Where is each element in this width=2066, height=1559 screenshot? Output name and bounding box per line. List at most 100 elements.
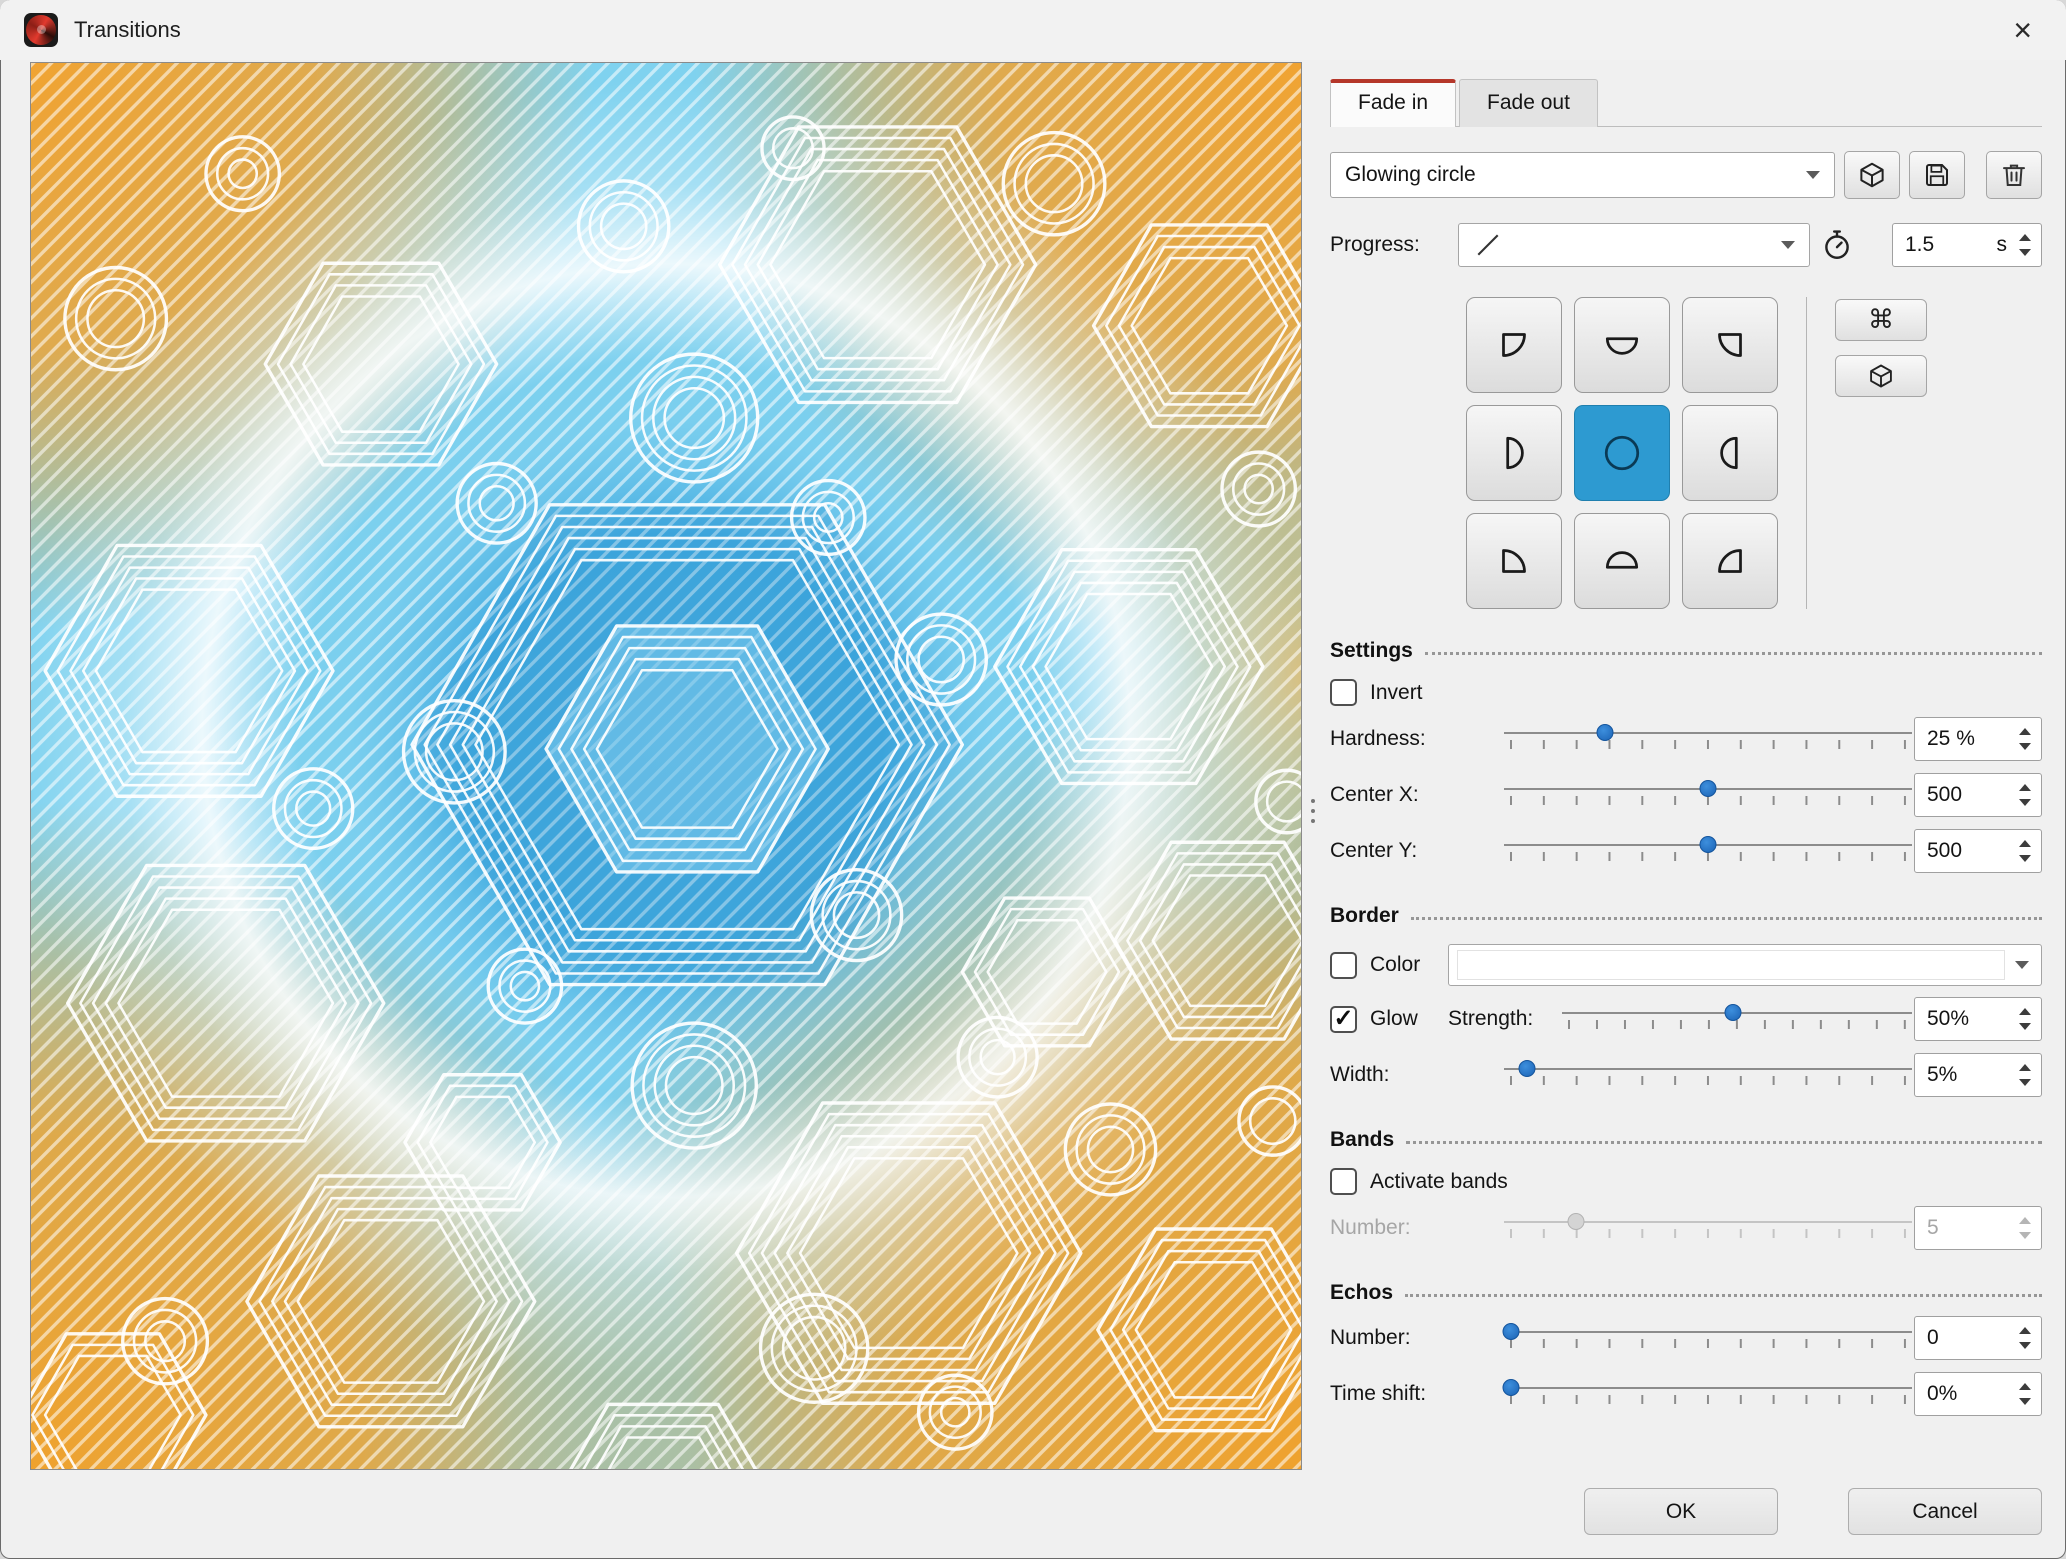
strength-label: Strength: bbox=[1448, 1007, 1534, 1030]
shape-edge-top-button[interactable] bbox=[1574, 297, 1670, 393]
preview-render bbox=[31, 63, 1301, 1469]
close-button[interactable]: × bbox=[2003, 12, 2042, 48]
preset-row: Glowing circle bbox=[1330, 151, 2042, 199]
shape-corner-top-left-button[interactable] bbox=[1466, 297, 1562, 393]
color-checkbox[interactable] bbox=[1330, 951, 1357, 979]
color-label: Color bbox=[1370, 953, 1421, 976]
echos-number-slider[interactable] bbox=[1502, 1318, 1914, 1358]
spin-down-arrow[interactable] bbox=[2019, 799, 2031, 806]
spin-down-arrow[interactable] bbox=[2019, 1079, 2031, 1086]
activate-bands-label: Activate bands bbox=[1370, 1169, 1508, 1193]
splitter-handle[interactable] bbox=[1302, 62, 1324, 1559]
shape-center-button[interactable] bbox=[1574, 405, 1670, 501]
tab-fade-out[interactable]: Fade out bbox=[1459, 79, 1598, 127]
delete-preset-button[interactable] bbox=[1986, 151, 2042, 199]
slider-thumb[interactable] bbox=[1699, 780, 1717, 797]
spin-up-arrow[interactable] bbox=[2019, 784, 2031, 791]
slider-thumb[interactable] bbox=[1518, 1060, 1536, 1077]
trash-icon bbox=[2003, 164, 2025, 186]
invert-label: Invert bbox=[1370, 680, 1423, 704]
spin-down-arrow[interactable] bbox=[2019, 1342, 2031, 1349]
time-shift-slider[interactable] bbox=[1502, 1374, 1914, 1414]
command-button[interactable]: ⌘ bbox=[1835, 299, 1927, 341]
time-shift-label: Time shift: bbox=[1330, 1382, 1427, 1405]
spin-down-arrow[interactable] bbox=[2019, 1023, 2031, 1030]
dialog-footer: OK Cancel bbox=[1330, 1468, 2042, 1535]
spin-down-arrow[interactable] bbox=[2019, 249, 2031, 256]
shape-edge-right-button[interactable] bbox=[1682, 405, 1778, 501]
slider-thumb[interactable] bbox=[1724, 1004, 1742, 1021]
save-preset-button[interactable] bbox=[1909, 151, 1965, 199]
import-preset-button[interactable] bbox=[1844, 151, 1900, 199]
border-width-slider[interactable] bbox=[1502, 1055, 1914, 1095]
linear-curve-icon bbox=[1477, 234, 1499, 256]
slider-thumb[interactable] bbox=[1502, 1379, 1520, 1396]
duration-spinbox[interactable]: 1.5 s bbox=[1892, 223, 2042, 267]
spin-up-arrow[interactable] bbox=[2019, 1008, 2031, 1015]
spin-up-arrow bbox=[2019, 1217, 2031, 1224]
cube-icon bbox=[1870, 364, 1892, 388]
glow-label: Glow bbox=[1370, 1007, 1418, 1030]
shape-corner-bottom-left-button[interactable] bbox=[1466, 513, 1562, 609]
center-x-slider[interactable] bbox=[1502, 775, 1914, 815]
hardness-spinbox[interactable]: 25 % bbox=[1914, 717, 2042, 761]
slider-thumb[interactable] bbox=[1699, 836, 1717, 853]
shape-edge-left-button[interactable] bbox=[1466, 405, 1562, 501]
glow-checkbox[interactable] bbox=[1330, 1005, 1357, 1033]
spin-up-arrow[interactable] bbox=[2019, 1064, 2031, 1071]
duration-unit: s bbox=[1996, 233, 2008, 256]
spin-up-arrow[interactable] bbox=[2019, 1383, 2031, 1390]
cancel-button[interactable]: Cancel bbox=[1848, 1488, 2042, 1535]
spin-up-arrow[interactable] bbox=[2019, 1327, 2031, 1334]
tab-bar: Fade in Fade out bbox=[1330, 78, 2042, 127]
bands-number-label: Number: bbox=[1330, 1216, 1411, 1239]
tab-fade-in[interactable]: Fade in bbox=[1330, 79, 1457, 127]
center-x-row: Center X: 500 bbox=[1330, 772, 2042, 818]
spin-up-arrow[interactable] bbox=[2019, 234, 2031, 241]
glow-strength-spinbox[interactable]: 50% bbox=[1914, 997, 2042, 1041]
echos-number-label: Number: bbox=[1330, 1326, 1411, 1349]
progress-curve-dropdown[interactable] bbox=[1458, 223, 1810, 267]
invert-checkbox[interactable] bbox=[1330, 679, 1357, 706]
edge-bottom-icon bbox=[1605, 551, 1639, 569]
center-y-label: Center Y: bbox=[1330, 839, 1418, 862]
cube-button[interactable] bbox=[1835, 355, 1927, 397]
spin-down-arrow[interactable] bbox=[2019, 855, 2031, 862]
shape-corner-bottom-right-button[interactable] bbox=[1682, 513, 1778, 609]
spin-arrows bbox=[2015, 234, 2035, 256]
preset-value: Glowing circle bbox=[1345, 163, 1476, 186]
echos-number-spinbox[interactable]: 0 bbox=[1914, 1316, 2042, 1360]
center-x-label: Center X: bbox=[1330, 783, 1419, 806]
shape-edge-bottom-button[interactable] bbox=[1574, 513, 1670, 609]
center-x-spinbox[interactable]: 500 bbox=[1914, 773, 2042, 817]
spin-down-arrow[interactable] bbox=[2019, 1398, 2031, 1405]
preset-dropdown[interactable]: Glowing circle bbox=[1330, 152, 1835, 198]
spin-down-arrow[interactable] bbox=[2019, 743, 2031, 750]
slider-thumb[interactable] bbox=[1596, 724, 1614, 741]
activate-bands-checkbox[interactable] bbox=[1330, 1168, 1357, 1195]
ok-button[interactable]: OK bbox=[1584, 1488, 1778, 1535]
hardness-slider[interactable] bbox=[1502, 719, 1914, 759]
position-grid bbox=[1466, 297, 1778, 609]
spin-up-arrow[interactable] bbox=[2019, 840, 2031, 847]
floppy-icon bbox=[1926, 164, 1948, 186]
border-section-header: Border bbox=[1330, 904, 2042, 928]
shape-corner-top-right-button[interactable] bbox=[1682, 297, 1778, 393]
slider-thumb[interactable] bbox=[1502, 1323, 1520, 1340]
command-icon: ⌘ bbox=[1868, 305, 1894, 335]
settings-panel: Fade in Fade out Glowing circle Progress… bbox=[1324, 62, 2042, 1559]
bands-number-slider bbox=[1502, 1208, 1914, 1248]
time-shift-spinbox[interactable]: 0% bbox=[1914, 1372, 2042, 1416]
transitions-dialog: Transitions × Fade in Fade out Glowing c… bbox=[0, 0, 2066, 1559]
center-y-row: Center Y: 500 bbox=[1330, 828, 2042, 874]
center-y-slider[interactable] bbox=[1502, 831, 1914, 871]
border-color-dropdown[interactable] bbox=[1448, 944, 2042, 986]
border-width-spinbox[interactable]: 5% bbox=[1914, 1053, 2042, 1097]
settings-section-header: Settings bbox=[1330, 639, 2042, 663]
center-y-spinbox[interactable]: 500 bbox=[1914, 829, 2042, 873]
corner-top-right-icon bbox=[1718, 333, 1742, 357]
hardness-row: Hardness: 25 % bbox=[1330, 716, 2042, 762]
spin-up-arrow[interactable] bbox=[2019, 728, 2031, 735]
glow-strength-slider[interactable] bbox=[1560, 999, 1914, 1039]
stopwatch-button[interactable] bbox=[1810, 228, 1864, 262]
